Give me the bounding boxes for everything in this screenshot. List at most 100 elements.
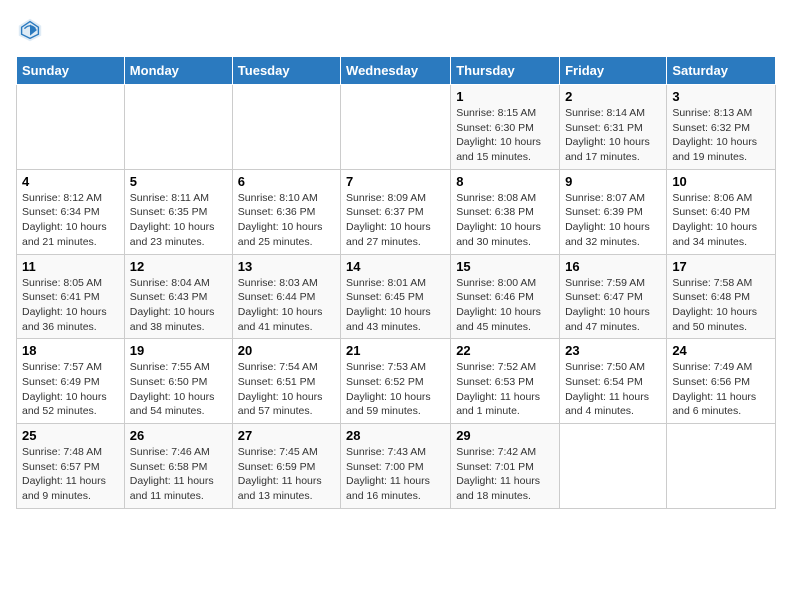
day-cell: 19 Sunrise: 7:55 AMSunset: 6:50 PMDaylig… — [124, 339, 232, 424]
day-number: 11 — [22, 259, 119, 274]
logo-icon — [16, 16, 44, 44]
day-info: Sunrise: 7:59 AMSunset: 6:47 PMDaylight:… — [565, 277, 650, 333]
day-cell: 4 Sunrise: 8:12 AMSunset: 6:34 PMDayligh… — [17, 169, 125, 254]
day-cell: 10 Sunrise: 8:06 AMSunset: 6:40 PMDaylig… — [667, 169, 776, 254]
col-sunday: Sunday — [17, 57, 125, 85]
day-number: 23 — [565, 343, 661, 358]
day-cell — [17, 85, 125, 170]
calendar-table: Sunday Monday Tuesday Wednesday Thursday… — [16, 56, 776, 509]
day-cell: 2 Sunrise: 8:14 AMSunset: 6:31 PMDayligh… — [560, 85, 667, 170]
day-cell: 1 Sunrise: 8:15 AMSunset: 6:30 PMDayligh… — [451, 85, 560, 170]
day-number: 20 — [238, 343, 335, 358]
day-info: Sunrise: 7:48 AMSunset: 6:57 PMDaylight:… — [22, 446, 106, 502]
logo — [16, 16, 48, 44]
day-info: Sunrise: 7:57 AMSunset: 6:49 PMDaylight:… — [22, 361, 107, 417]
day-info: Sunrise: 8:14 AMSunset: 6:31 PMDaylight:… — [565, 107, 650, 163]
day-cell: 22 Sunrise: 7:52 AMSunset: 6:53 PMDaylig… — [451, 339, 560, 424]
day-cell: 12 Sunrise: 8:04 AMSunset: 6:43 PMDaylig… — [124, 254, 232, 339]
day-info: Sunrise: 7:53 AMSunset: 6:52 PMDaylight:… — [346, 361, 431, 417]
day-cell: 25 Sunrise: 7:48 AMSunset: 6:57 PMDaylig… — [17, 424, 125, 509]
day-info: Sunrise: 7:58 AMSunset: 6:48 PMDaylight:… — [672, 277, 757, 333]
day-number: 19 — [130, 343, 227, 358]
day-number: 29 — [456, 428, 554, 443]
day-cell: 26 Sunrise: 7:46 AMSunset: 6:58 PMDaylig… — [124, 424, 232, 509]
day-number: 25 — [22, 428, 119, 443]
day-info: Sunrise: 7:55 AMSunset: 6:50 PMDaylight:… — [130, 361, 215, 417]
day-number: 9 — [565, 174, 661, 189]
day-number: 12 — [130, 259, 227, 274]
day-cell: 11 Sunrise: 8:05 AMSunset: 6:41 PMDaylig… — [17, 254, 125, 339]
week-row-3: 18 Sunrise: 7:57 AMSunset: 6:49 PMDaylig… — [17, 339, 776, 424]
day-cell: 27 Sunrise: 7:45 AMSunset: 6:59 PMDaylig… — [232, 424, 340, 509]
day-info: Sunrise: 8:04 AMSunset: 6:43 PMDaylight:… — [130, 277, 215, 333]
day-number: 24 — [672, 343, 770, 358]
col-tuesday: Tuesday — [232, 57, 340, 85]
day-number: 4 — [22, 174, 119, 189]
day-cell: 13 Sunrise: 8:03 AMSunset: 6:44 PMDaylig… — [232, 254, 340, 339]
day-cell: 9 Sunrise: 8:07 AMSunset: 6:39 PMDayligh… — [560, 169, 667, 254]
week-row-4: 25 Sunrise: 7:48 AMSunset: 6:57 PMDaylig… — [17, 424, 776, 509]
day-cell — [341, 85, 451, 170]
day-number: 17 — [672, 259, 770, 274]
day-cell: 16 Sunrise: 7:59 AMSunset: 6:47 PMDaylig… — [560, 254, 667, 339]
day-number: 26 — [130, 428, 227, 443]
day-info: Sunrise: 8:05 AMSunset: 6:41 PMDaylight:… — [22, 277, 107, 333]
week-row-1: 4 Sunrise: 8:12 AMSunset: 6:34 PMDayligh… — [17, 169, 776, 254]
day-info: Sunrise: 7:43 AMSunset: 7:00 PMDaylight:… — [346, 446, 430, 502]
day-cell: 3 Sunrise: 8:13 AMSunset: 6:32 PMDayligh… — [667, 85, 776, 170]
day-cell: 24 Sunrise: 7:49 AMSunset: 6:56 PMDaylig… — [667, 339, 776, 424]
day-info: Sunrise: 8:13 AMSunset: 6:32 PMDaylight:… — [672, 107, 757, 163]
day-info: Sunrise: 7:52 AMSunset: 6:53 PMDaylight:… — [456, 361, 540, 417]
calendar-body: 1 Sunrise: 8:15 AMSunset: 6:30 PMDayligh… — [17, 85, 776, 509]
day-number: 15 — [456, 259, 554, 274]
week-row-0: 1 Sunrise: 8:15 AMSunset: 6:30 PMDayligh… — [17, 85, 776, 170]
day-cell — [232, 85, 340, 170]
day-number: 3 — [672, 89, 770, 104]
day-info: Sunrise: 8:07 AMSunset: 6:39 PMDaylight:… — [565, 192, 650, 248]
day-number: 27 — [238, 428, 335, 443]
day-cell — [124, 85, 232, 170]
day-cell: 17 Sunrise: 7:58 AMSunset: 6:48 PMDaylig… — [667, 254, 776, 339]
day-cell: 23 Sunrise: 7:50 AMSunset: 6:54 PMDaylig… — [560, 339, 667, 424]
day-info: Sunrise: 8:09 AMSunset: 6:37 PMDaylight:… — [346, 192, 431, 248]
day-number: 5 — [130, 174, 227, 189]
day-info: Sunrise: 8:10 AMSunset: 6:36 PMDaylight:… — [238, 192, 323, 248]
day-cell — [667, 424, 776, 509]
day-info: Sunrise: 8:03 AMSunset: 6:44 PMDaylight:… — [238, 277, 323, 333]
day-number: 18 — [22, 343, 119, 358]
day-info: Sunrise: 7:50 AMSunset: 6:54 PMDaylight:… — [565, 361, 649, 417]
col-friday: Friday — [560, 57, 667, 85]
day-cell — [560, 424, 667, 509]
day-number: 8 — [456, 174, 554, 189]
day-info: Sunrise: 8:08 AMSunset: 6:38 PMDaylight:… — [456, 192, 541, 248]
col-saturday: Saturday — [667, 57, 776, 85]
col-monday: Monday — [124, 57, 232, 85]
day-number: 10 — [672, 174, 770, 189]
day-number: 14 — [346, 259, 445, 274]
day-info: Sunrise: 7:42 AMSunset: 7:01 PMDaylight:… — [456, 446, 540, 502]
day-info: Sunrise: 8:15 AMSunset: 6:30 PMDaylight:… — [456, 107, 541, 163]
day-cell: 5 Sunrise: 8:11 AMSunset: 6:35 PMDayligh… — [124, 169, 232, 254]
day-cell: 15 Sunrise: 8:00 AMSunset: 6:46 PMDaylig… — [451, 254, 560, 339]
day-cell: 6 Sunrise: 8:10 AMSunset: 6:36 PMDayligh… — [232, 169, 340, 254]
header-row: Sunday Monday Tuesday Wednesday Thursday… — [17, 57, 776, 85]
day-info: Sunrise: 7:46 AMSunset: 6:58 PMDaylight:… — [130, 446, 214, 502]
day-info: Sunrise: 8:11 AMSunset: 6:35 PMDaylight:… — [130, 192, 215, 248]
calendar-header: Sunday Monday Tuesday Wednesday Thursday… — [17, 57, 776, 85]
day-cell: 21 Sunrise: 7:53 AMSunset: 6:52 PMDaylig… — [341, 339, 451, 424]
day-cell: 7 Sunrise: 8:09 AMSunset: 6:37 PMDayligh… — [341, 169, 451, 254]
day-number: 21 — [346, 343, 445, 358]
day-number: 1 — [456, 89, 554, 104]
day-info: Sunrise: 7:49 AMSunset: 6:56 PMDaylight:… — [672, 361, 756, 417]
col-wednesday: Wednesday — [341, 57, 451, 85]
day-cell: 8 Sunrise: 8:08 AMSunset: 6:38 PMDayligh… — [451, 169, 560, 254]
day-cell: 20 Sunrise: 7:54 AMSunset: 6:51 PMDaylig… — [232, 339, 340, 424]
day-info: Sunrise: 8:12 AMSunset: 6:34 PMDaylight:… — [22, 192, 107, 248]
page-header — [16, 16, 776, 44]
day-number: 2 — [565, 89, 661, 104]
day-cell: 28 Sunrise: 7:43 AMSunset: 7:00 PMDaylig… — [341, 424, 451, 509]
day-number: 13 — [238, 259, 335, 274]
day-info: Sunrise: 7:54 AMSunset: 6:51 PMDaylight:… — [238, 361, 323, 417]
week-row-2: 11 Sunrise: 8:05 AMSunset: 6:41 PMDaylig… — [17, 254, 776, 339]
day-number: 22 — [456, 343, 554, 358]
